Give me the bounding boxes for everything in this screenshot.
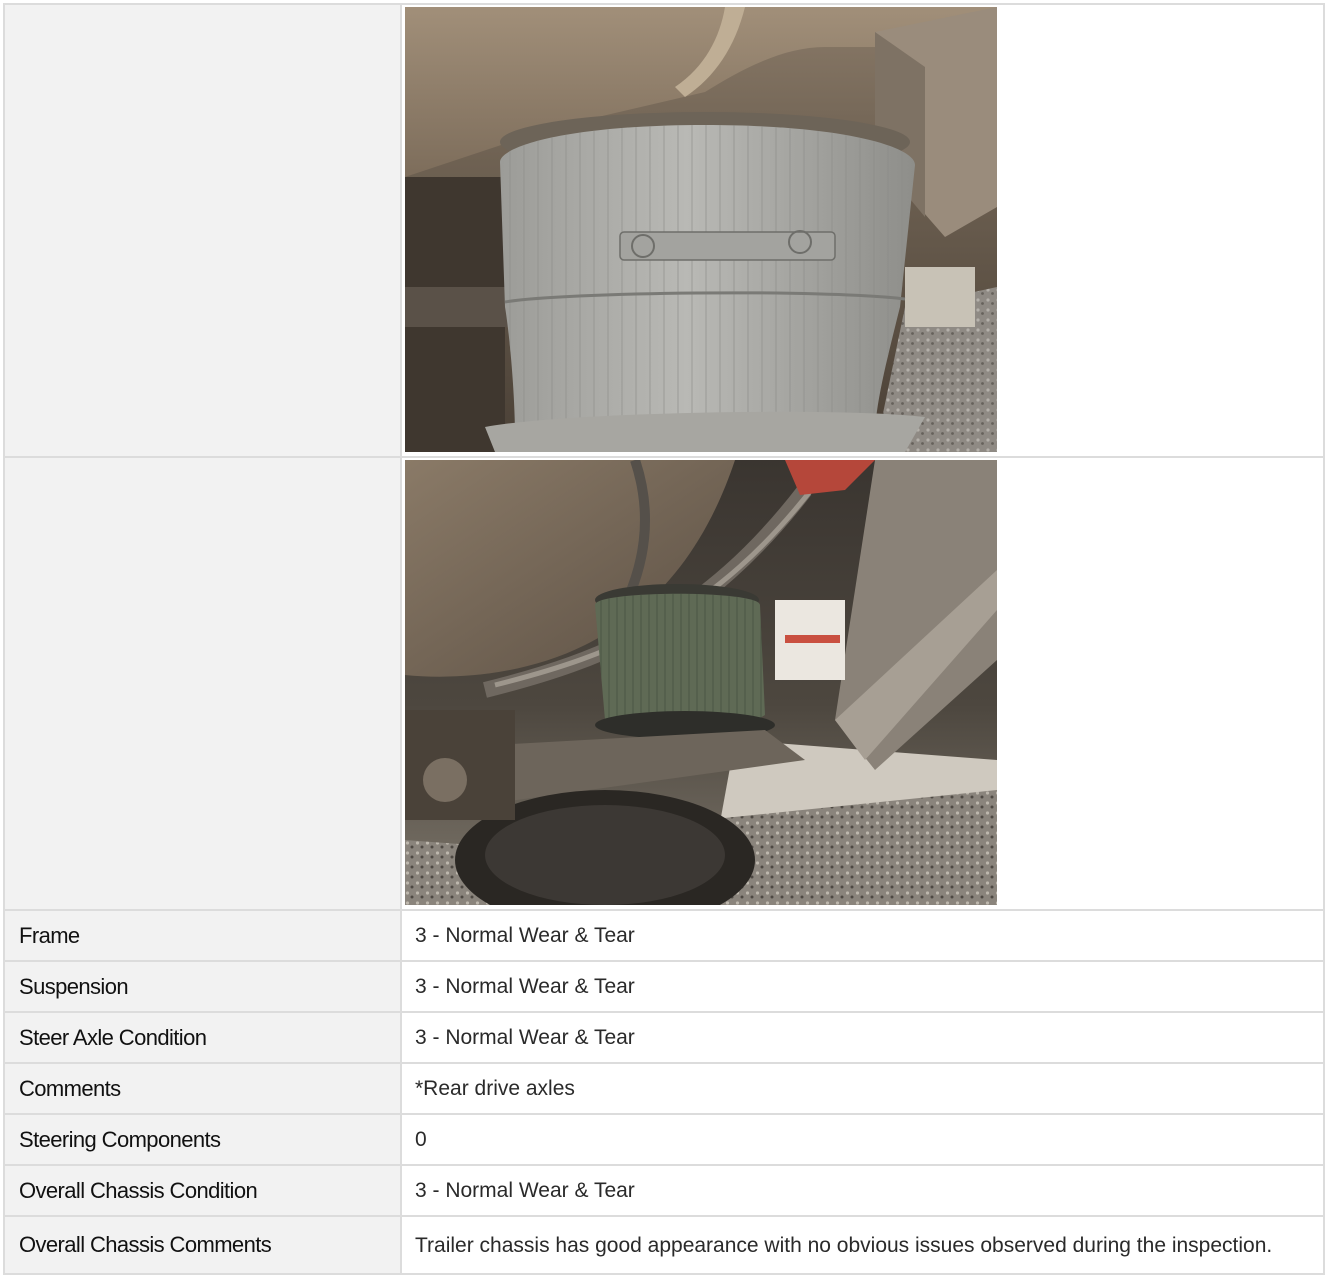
row-value: 3 - Normal Wear & Tear xyxy=(400,909,1325,962)
photo-cell xyxy=(400,3,1325,458)
air-suspension-photo-1[interactable] xyxy=(405,7,997,452)
row-value: 3 - Normal Wear & Tear xyxy=(400,1164,1325,1217)
row-label: Comments xyxy=(3,1062,402,1115)
row-steering-components: Steering Components 0 xyxy=(3,1113,1325,1166)
row-comments: Comments *Rear drive axles xyxy=(3,1062,1325,1115)
row-value: 0 xyxy=(400,1113,1325,1166)
photo-row-label-empty xyxy=(3,456,402,911)
row-value: Trailer chassis has good appearance with… xyxy=(400,1215,1325,1275)
row-overall-chassis-comments: Overall Chassis Comments Trailer chassis… xyxy=(3,1215,1325,1275)
air-suspension-photo-2[interactable] xyxy=(405,460,997,905)
photo-row-label-empty xyxy=(3,3,402,458)
row-suspension: Suspension 3 - Normal Wear & Tear xyxy=(3,960,1325,1013)
row-value: 3 - Normal Wear & Tear xyxy=(400,960,1325,1013)
row-overall-chassis-condition: Overall Chassis Condition 3 - Normal Wea… xyxy=(3,1164,1325,1217)
row-label: Steer Axle Condition xyxy=(3,1011,402,1064)
photo-row-2 xyxy=(3,456,1325,911)
row-label: Overall Chassis Condition xyxy=(3,1164,402,1217)
photo-row-1 xyxy=(3,3,1325,458)
row-label: Frame xyxy=(3,909,402,962)
row-label: Suspension xyxy=(3,960,402,1013)
row-value: 3 - Normal Wear & Tear xyxy=(400,1011,1325,1064)
row-frame: Frame 3 - Normal Wear & Tear xyxy=(3,909,1325,962)
row-steer-axle-condition: Steer Axle Condition 3 - Normal Wear & T… xyxy=(3,1011,1325,1064)
row-label: Overall Chassis Comments xyxy=(3,1215,402,1275)
row-label: Steering Components xyxy=(3,1113,402,1166)
chassis-inspection-table: Frame 3 - Normal Wear & Tear Suspension … xyxy=(3,3,1325,1275)
photo-cell xyxy=(400,456,1325,911)
row-value: *Rear drive axles xyxy=(400,1062,1325,1115)
